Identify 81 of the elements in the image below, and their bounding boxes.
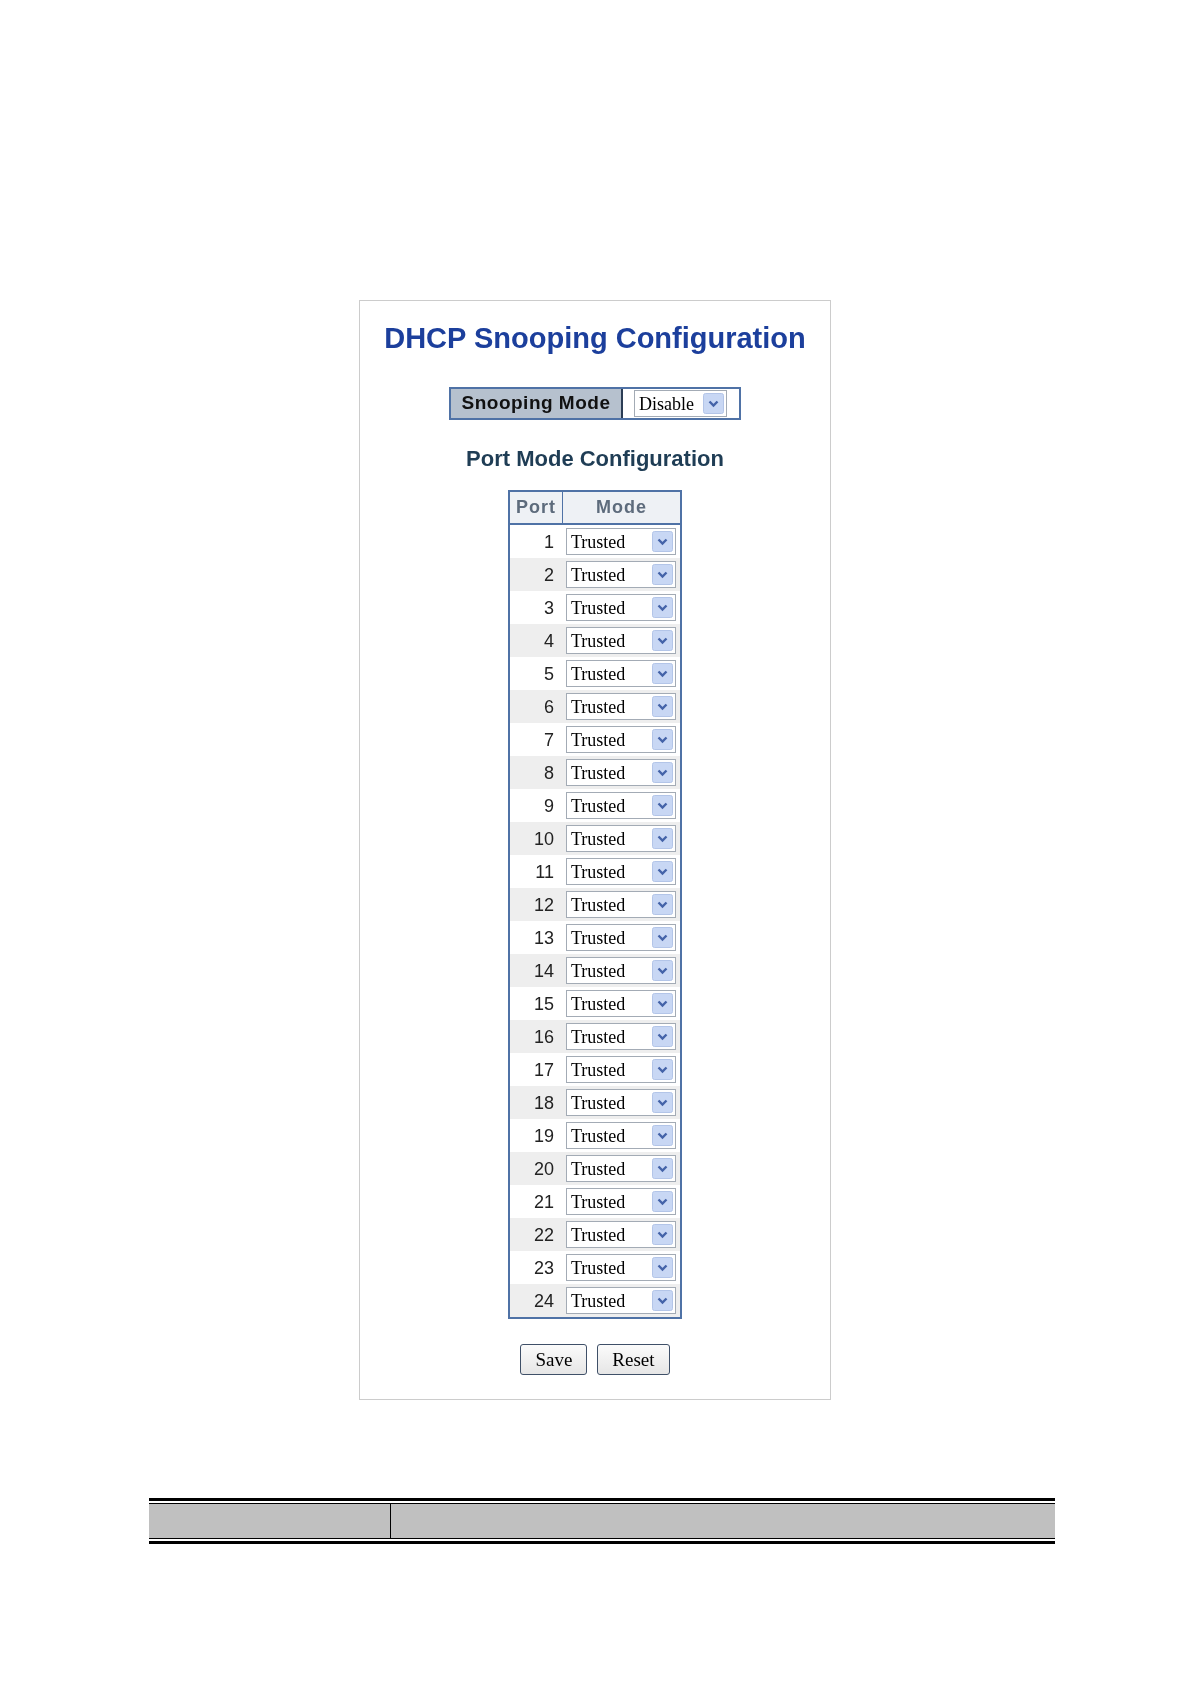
- chevron-down-icon: [652, 1191, 673, 1212]
- section-title: Port Mode Configuration: [466, 445, 724, 473]
- mode-dropdown[interactable]: Trusted: [566, 1089, 676, 1116]
- mode-dropdown[interactable]: Trusted: [566, 594, 676, 621]
- port-number: 2: [543, 565, 555, 584]
- port-number: 23: [532, 1258, 555, 1277]
- page-title: DHCP Snooping Configuration: [384, 321, 806, 355]
- mode-dropdown[interactable]: Trusted: [566, 660, 676, 687]
- mode-dropdown[interactable]: Trusted: [566, 891, 676, 918]
- mode-dropdown[interactable]: Trusted: [566, 924, 676, 951]
- mode-dropdown[interactable]: Trusted: [566, 693, 676, 720]
- port-number: 6: [543, 697, 555, 716]
- mode-dropdown[interactable]: Disable: [634, 390, 727, 417]
- port-number: 17: [532, 1060, 555, 1079]
- mode-dropdown[interactable]: Trusted: [566, 957, 676, 984]
- chevron-down-icon: [652, 960, 673, 981]
- port-number: 15: [532, 994, 555, 1013]
- mode-dropdown[interactable]: Trusted: [566, 528, 676, 555]
- port-number: 13: [532, 928, 555, 947]
- chevron-down-icon: [652, 597, 673, 618]
- chevron-down-icon: [652, 729, 673, 750]
- mode-dropdown[interactable]: Trusted: [566, 1287, 676, 1314]
- chevron-down-icon: [652, 1224, 673, 1245]
- chevron-down-icon: [652, 828, 673, 849]
- port-number: 3: [543, 598, 555, 617]
- mode-dropdown[interactable]: Trusted: [566, 561, 676, 588]
- chevron-down-icon: [652, 564, 673, 585]
- port-number: 8: [543, 763, 555, 782]
- port-number: 22: [532, 1225, 555, 1244]
- mode-dropdown[interactable]: Trusted: [566, 1122, 676, 1149]
- port-number: 12: [532, 895, 555, 914]
- chevron-down-icon: [652, 795, 673, 816]
- mode-dropdown[interactable]: Trusted: [566, 792, 676, 819]
- mode-dropdown[interactable]: Trusted: [566, 627, 676, 654]
- port-number: 10: [532, 829, 555, 848]
- mode-dropdown[interactable]: Trusted: [566, 759, 676, 786]
- mode-dropdown[interactable]: Trusted: [566, 1155, 676, 1182]
- chevron-down-icon: [652, 663, 673, 684]
- chevron-down-icon: [652, 1290, 673, 1311]
- chevron-down-icon: [652, 1125, 673, 1146]
- column-header: Mode: [595, 496, 648, 519]
- mode-dropdown[interactable]: Trusted: [566, 726, 676, 753]
- port-number: 24: [532, 1291, 555, 1310]
- chevron-down-icon: [652, 861, 673, 882]
- port-number: 20: [532, 1159, 555, 1178]
- chevron-down-icon: [652, 1257, 673, 1278]
- chevron-down-icon: [652, 894, 673, 915]
- port-number: 14: [532, 961, 555, 980]
- chevron-down-icon: [652, 531, 673, 552]
- chevron-down-icon: [652, 927, 673, 948]
- mode-dropdown[interactable]: Trusted: [566, 1221, 676, 1248]
- port-number: 19: [532, 1126, 555, 1145]
- port-number: 7: [543, 730, 555, 749]
- mode-dropdown[interactable]: Trusted: [566, 825, 676, 852]
- chevron-down-icon: [652, 696, 673, 717]
- mode-dropdown[interactable]: Trusted: [566, 1023, 676, 1050]
- port-number: 16: [532, 1027, 555, 1046]
- chevron-down-icon: [652, 1026, 673, 1047]
- chevron-down-icon: [652, 993, 673, 1014]
- chevron-down-icon: [652, 1158, 673, 1179]
- chevron-down-icon: [703, 393, 724, 414]
- port-number: 9: [543, 796, 555, 815]
- port-number: 18: [532, 1093, 555, 1112]
- port-number: 4: [543, 631, 555, 650]
- mode-dropdown[interactable]: Trusted: [566, 1188, 676, 1215]
- mode-dropdown[interactable]: Trusted: [566, 990, 676, 1017]
- port-number: 11: [534, 862, 555, 881]
- port-number: 5: [543, 664, 555, 683]
- chevron-down-icon: [652, 1059, 673, 1080]
- snooping-mode-label: Snooping Mode: [451, 389, 623, 418]
- port-number: 1: [543, 532, 555, 551]
- port-number: 21: [532, 1192, 555, 1211]
- reset-button[interactable]: Reset: [597, 1344, 670, 1375]
- chevron-down-icon: [652, 1092, 673, 1113]
- save-button[interactable]: Save: [520, 1344, 588, 1375]
- chevron-down-icon: [652, 762, 673, 783]
- mode-dropdown[interactable]: Trusted: [566, 858, 676, 885]
- column-header: Port: [510, 492, 563, 523]
- mode-dropdown[interactable]: Trusted: [566, 1056, 676, 1083]
- mode-dropdown[interactable]: Trusted: [566, 1254, 676, 1281]
- chevron-down-icon: [652, 630, 673, 651]
